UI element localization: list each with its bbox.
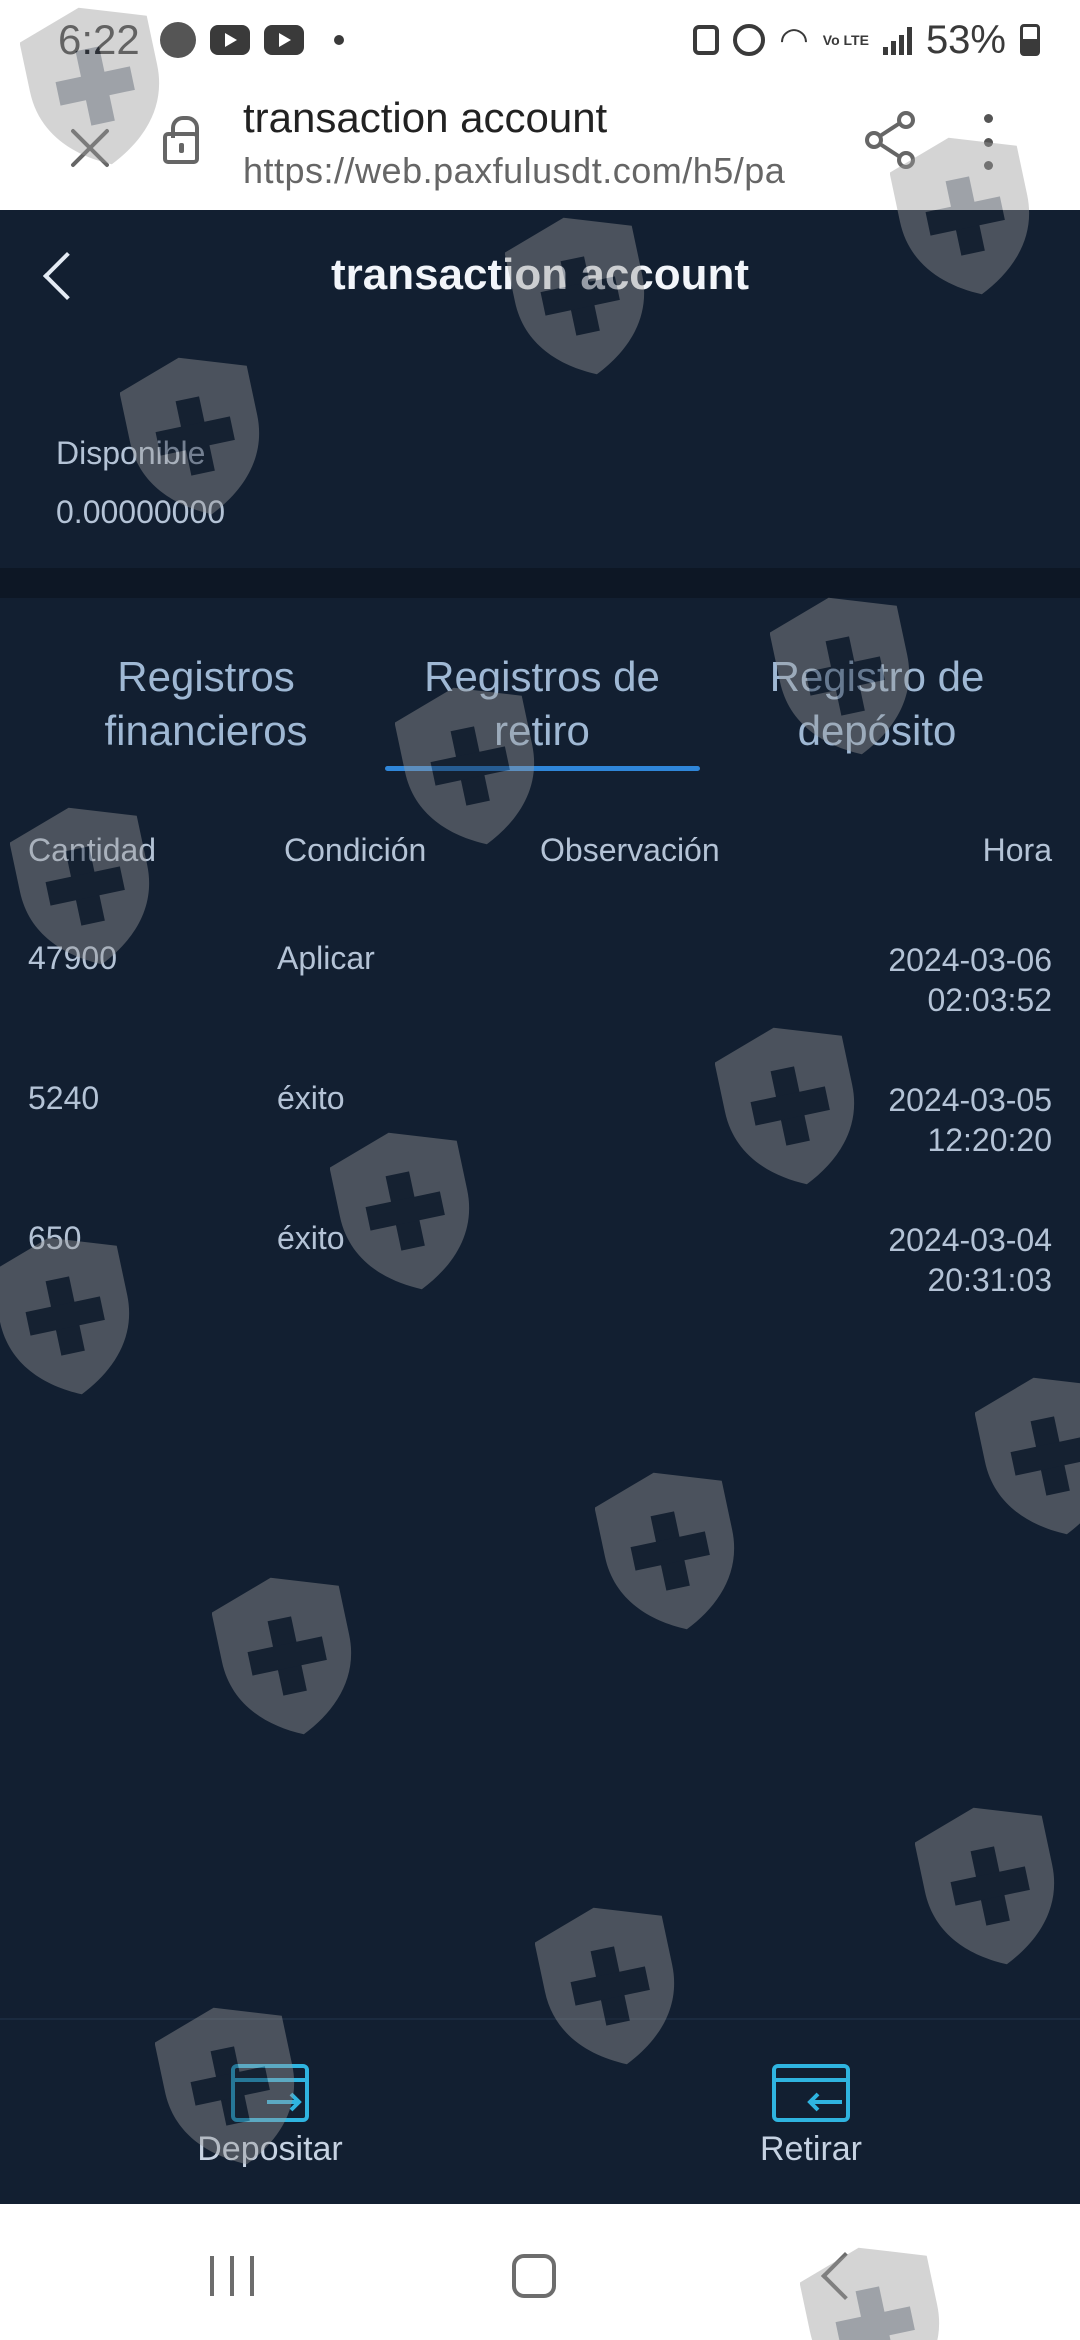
- tab-deposit-records[interactable]: Registro de depósito: [712, 650, 1042, 758]
- youtube-icon: [263, 25, 304, 55]
- signal-icon: [882, 25, 912, 55]
- column-header-note: Observación: [540, 832, 720, 868]
- battery-icon: [1020, 24, 1040, 56]
- table-row: 5240 éxito 2024-03-05 12:20:20: [0, 1080, 1080, 1220]
- row-amount: 650: [28, 1220, 82, 1256]
- row-amount: 47900: [28, 940, 117, 976]
- row-clock: 20:31:03: [927, 1262, 1052, 1298]
- app-content: transaction account Disponible 0.0000000…: [0, 210, 1080, 2204]
- withdraw-card-icon: [772, 2064, 850, 2122]
- table-row: 650 éxito 2024-03-04 20:31:03: [0, 1220, 1080, 1360]
- home-icon[interactable]: [512, 2254, 556, 2298]
- soccer-ball-icon: [159, 22, 196, 58]
- row-clock: 02:03:52: [927, 982, 1052, 1018]
- tab-financial-records[interactable]: Registros financieros: [40, 650, 372, 758]
- row-time: 2024-03-04 20:31:03: [888, 1220, 1052, 1300]
- youtube-icon: [209, 25, 250, 55]
- table-row: 47900 Aplicar 2024-03-06 02:03:52: [0, 940, 1080, 1080]
- alarm-icon: [733, 24, 766, 56]
- browser-page-title: transaction account: [243, 94, 608, 141]
- url-block[interactable]: transaction account https://web.paxfulus…: [243, 94, 823, 192]
- page-title: transaction account: [330, 250, 750, 299]
- active-tab-indicator: [385, 766, 700, 771]
- status-right: ◠ Vo LTE 53%: [693, 18, 1040, 63]
- balance-label: Disponible: [56, 435, 206, 471]
- row-date: 2024-03-04: [888, 1222, 1052, 1258]
- status-time: 6:22: [58, 16, 140, 63]
- system-back-icon[interactable]: [820, 2251, 870, 2301]
- close-icon[interactable]: [62, 120, 118, 176]
- row-clock: 12:20:20: [927, 1122, 1052, 1158]
- browser-toolbar: transaction account https://web.paxfulus…: [0, 80, 1080, 210]
- row-status: Aplicar: [277, 940, 375, 976]
- lock-icon[interactable]: [163, 116, 199, 164]
- balance-section: Disponible 0.00000000: [56, 435, 225, 531]
- row-time: 2024-03-06 02:03:52: [888, 940, 1052, 1020]
- record-tabs: Registros financieros Registros de retir…: [0, 650, 1080, 770]
- row-amount: 5240: [28, 1080, 100, 1116]
- row-time: 2024-03-05 12:20:20: [888, 1080, 1052, 1160]
- section-divider: [0, 568, 1080, 598]
- balance-value: 0.00000000: [56, 494, 226, 530]
- wifi-icon: ◠: [779, 21, 809, 59]
- row-date: 2024-03-05: [888, 1082, 1052, 1118]
- browser-url: https://web.paxfulusdt.com/h5/pa: [243, 150, 786, 191]
- notification-dot-icon: [333, 35, 344, 45]
- battery-percent: 53%: [925, 17, 1006, 62]
- row-date: 2024-03-06: [888, 942, 1052, 978]
- volte-icon: Vo LTE: [822, 32, 869, 48]
- tab-withdrawal-records[interactable]: Registros de retiro: [372, 650, 712, 758]
- withdraw-label: Retirar: [759, 2130, 863, 2168]
- deposit-button[interactable]: Depositar: [140, 2020, 400, 2169]
- records-table: 47900 Aplicar 2024-03-06 02:03:52 5240 é…: [0, 940, 1080, 1360]
- download-icon: [693, 25, 720, 55]
- row-status: éxito: [277, 1080, 345, 1116]
- bottom-nav: Depositar Retirar: [0, 2018, 1080, 2204]
- row-status: éxito: [277, 1220, 345, 1256]
- column-header-amount: Cantidad: [28, 832, 157, 868]
- system-nav-bar: [0, 2204, 1080, 2340]
- status-left: 6:22: [58, 16, 344, 64]
- column-header-time: Hora: [982, 832, 1052, 868]
- withdraw-button[interactable]: Retirar: [681, 2020, 941, 2169]
- deposit-card-icon: [231, 2064, 309, 2122]
- app-header: transaction account: [0, 210, 1080, 340]
- column-header-status: Condición: [284, 832, 427, 868]
- share-icon[interactable]: [862, 110, 918, 170]
- deposit-label: Depositar: [197, 2130, 343, 2168]
- more-options-icon[interactable]: [982, 114, 994, 170]
- status-bar: 6:22 ◠ Vo LTE 53%: [0, 0, 1080, 80]
- recents-icon[interactable]: [210, 2256, 254, 2296]
